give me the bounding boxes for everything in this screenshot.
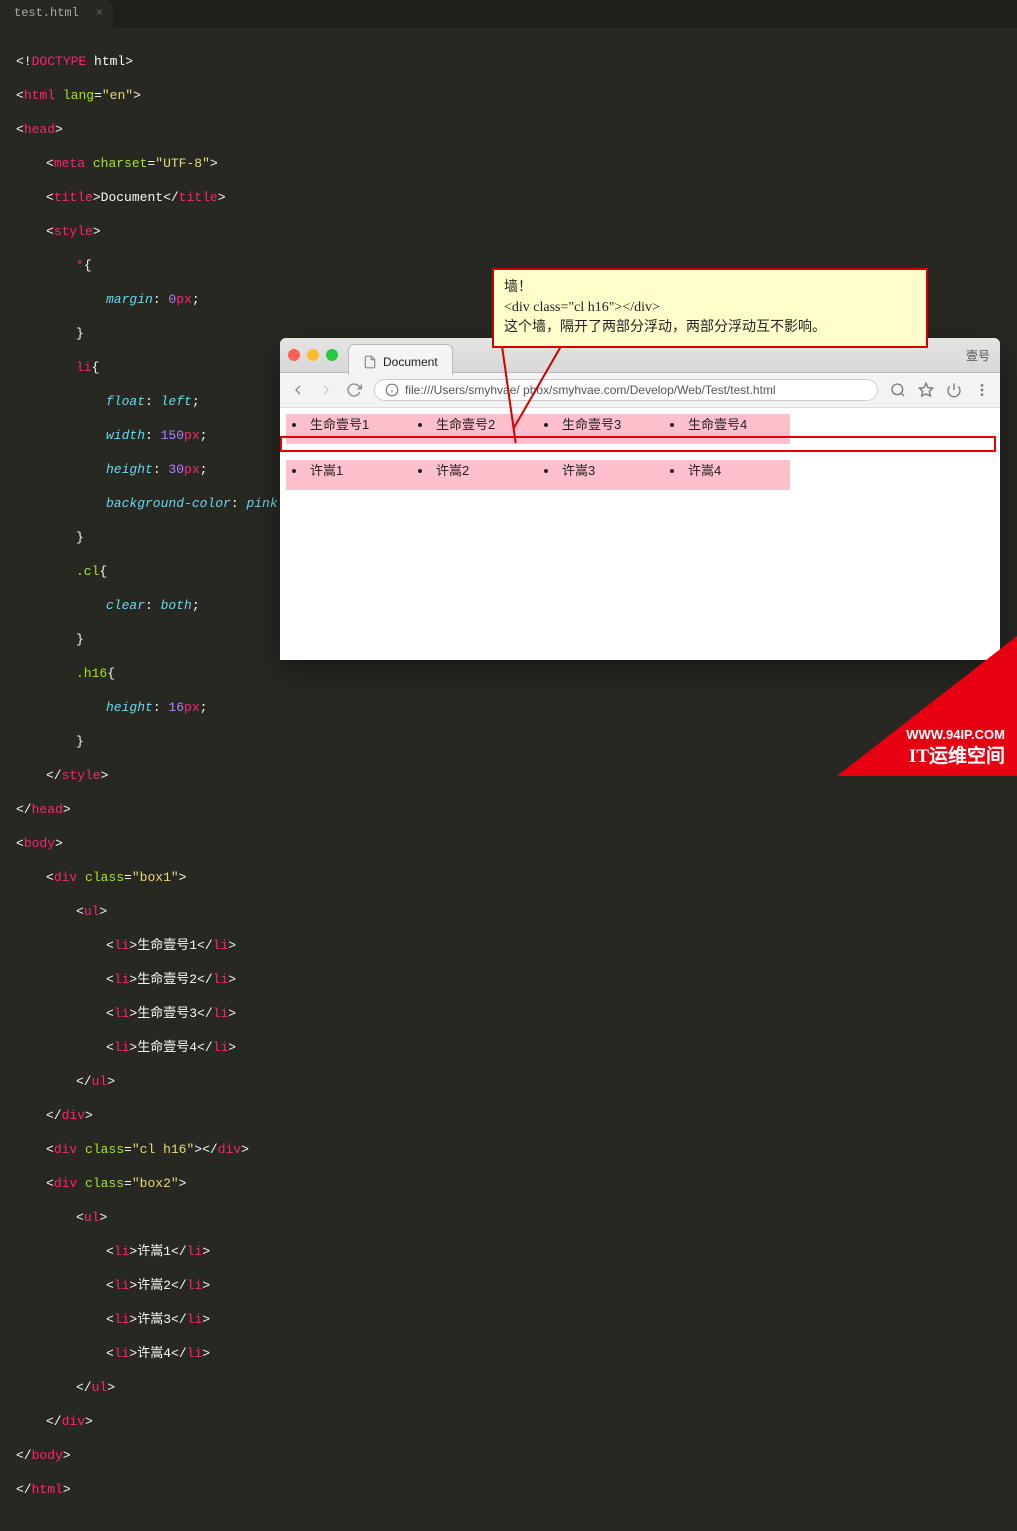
browser-window: Document 壹号 file:///Users/smyhvae/ pbox/… xyxy=(280,338,1000,660)
close-icon[interactable]: × xyxy=(96,6,103,20)
list-item: 生命壹号1 xyxy=(286,414,412,444)
clear-wall xyxy=(286,444,1000,460)
list-item: 生命壹号3 xyxy=(538,414,664,444)
profile-badge[interactable]: 壹号 xyxy=(966,347,990,364)
maximize-icon[interactable] xyxy=(326,349,338,361)
list-item: 许嵩1 xyxy=(286,460,412,490)
window-controls xyxy=(288,349,338,361)
address-bar-row: file:///Users/smyhvae/ pbox/smyhvae.com/… xyxy=(280,373,1000,408)
tab-filename: test.html xyxy=(14,6,79,20)
code-editor[interactable]: <!DOCTYPE html> <html lang="en"> <head> … xyxy=(0,28,1017,1531)
browser-tab-title: Document xyxy=(383,355,438,369)
browser-tab[interactable]: Document xyxy=(348,344,453,375)
star-icon[interactable] xyxy=(918,382,934,398)
reload-icon[interactable] xyxy=(346,382,362,398)
url-text: file:///Users/smyhvae/ pbox/smyhvae.com/… xyxy=(405,383,776,397)
callout-line2: <div class="cl h16"></div> xyxy=(504,298,916,318)
list-item: 许嵩2 xyxy=(412,460,538,490)
list-item: 生命壹号4 xyxy=(664,414,790,444)
zoom-icon[interactable] xyxy=(890,382,906,398)
forward-icon xyxy=(318,382,334,398)
callout-line1: 墙！ xyxy=(504,278,916,298)
address-bar[interactable]: file:///Users/smyhvae/ pbox/smyhvae.com/… xyxy=(374,379,878,401)
editor-tab-bar: test.html × xyxy=(0,0,1017,28)
callout-line3: 这个墙，隔开了两部分浮动，两部分浮动互不影响。 xyxy=(504,318,916,338)
close-icon[interactable] xyxy=(288,349,300,361)
back-icon[interactable] xyxy=(290,382,306,398)
minimize-icon[interactable] xyxy=(307,349,319,361)
list-item: 许嵩3 xyxy=(538,460,664,490)
menu-icon[interactable] xyxy=(974,382,990,398)
info-icon xyxy=(385,383,399,397)
annotation-callout: 墙！ <div class="cl h16"></div> 这个墙，隔开了两部分… xyxy=(492,268,928,348)
watermark-title: IT运维空间 xyxy=(906,746,1005,768)
editor-tab[interactable]: test.html × xyxy=(0,0,113,28)
power-icon[interactable] xyxy=(946,382,962,398)
file-icon xyxy=(363,355,377,369)
watermark-text: WWW.94IP.COM IT运维空间 xyxy=(906,724,1005,768)
page-content: 生命壹号1 生命壹号2 生命壹号3 生命壹号4 许嵩1 许嵩2 许嵩3 许嵩4 xyxy=(280,408,1000,660)
watermark-url: WWW.94IP.COM xyxy=(906,724,1005,746)
list-item: 许嵩4 xyxy=(664,460,790,490)
